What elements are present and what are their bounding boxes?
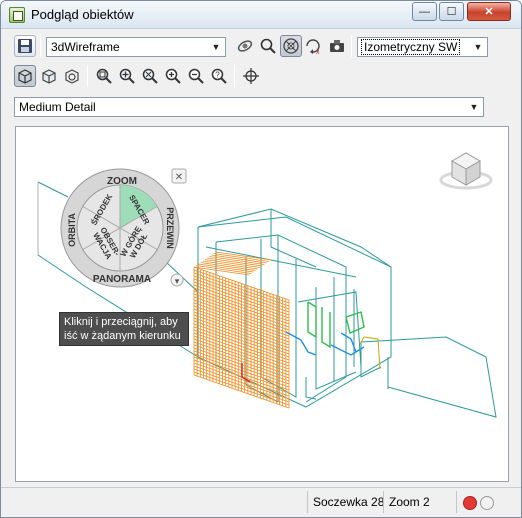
box-open-button[interactable] bbox=[38, 65, 60, 87]
lens-status: Soczewka 28 bbox=[313, 495, 385, 509]
steering-wheel-button[interactable] bbox=[280, 35, 302, 57]
zoom-minus-icon bbox=[188, 68, 204, 84]
view-value: Izometryczny SW bbox=[360, 39, 461, 55]
zoom-help-icon: ? bbox=[211, 68, 227, 84]
save-icon bbox=[18, 39, 32, 53]
wall-line bbox=[197, 208, 392, 268]
zoom-in-button[interactable] bbox=[116, 65, 138, 87]
save-button[interactable] bbox=[14, 35, 36, 57]
maximize-button[interactable]: ☐ bbox=[439, 2, 464, 21]
green-fixture bbox=[345, 311, 365, 334]
status-divider bbox=[383, 491, 384, 513]
chevron-down-icon: ▼ bbox=[469, 102, 479, 112]
red-status-indicator[interactable] bbox=[463, 496, 477, 510]
target-crosshair-icon bbox=[243, 68, 259, 84]
box-walk-icon bbox=[65, 69, 79, 84]
wheel-zoom-label[interactable]: ZOOM bbox=[107, 176, 137, 187]
viewcube[interactable] bbox=[439, 152, 493, 190]
status-bar: Soczewka 28 Zoom 2 bbox=[1, 487, 521, 517]
zoom-minus-button[interactable] bbox=[185, 65, 207, 87]
title-bar[interactable]: Podgląd obiektów — ☐ ✕ bbox=[1, 1, 521, 29]
target-button[interactable] bbox=[240, 65, 262, 87]
zoom-help-button[interactable]: ? bbox=[208, 65, 230, 87]
wheel-pan-label[interactable]: PANORAMA bbox=[93, 274, 151, 285]
orbit-button[interactable] bbox=[234, 35, 256, 57]
wheel-close-icon[interactable]: ✕ bbox=[175, 172, 183, 183]
detail-level-select[interactable]: Medium Detail ▼ bbox=[14, 97, 484, 117]
wall-line bbox=[305, 377, 317, 400]
box-view-icon bbox=[18, 69, 32, 84]
chevron-down-icon: ▼ bbox=[473, 42, 483, 52]
steering-wheel[interactable]: ✕ ▾ ZOOM PANORAMA ORBITA PRZEWIN ŚRODEK … bbox=[60, 168, 187, 288]
zoom-window-button[interactable] bbox=[139, 65, 161, 87]
toolbar-separator bbox=[87, 65, 88, 87]
status-divider bbox=[307, 491, 308, 513]
window-title: Podgląd obiektów bbox=[31, 7, 134, 22]
steering-wheel-icon bbox=[283, 38, 299, 54]
toolbar-separator bbox=[234, 65, 235, 87]
chevron-down-icon: ▼ bbox=[211, 42, 221, 52]
zoom-plus-icon bbox=[165, 68, 181, 84]
pan-button[interactable]: x bbox=[303, 35, 325, 57]
blue-pipe bbox=[330, 344, 365, 356]
wall-line bbox=[360, 336, 497, 418]
visual-style-select[interactable]: 3dWireframe ▼ bbox=[46, 37, 226, 57]
pan-icon: x bbox=[306, 39, 320, 55]
app-icon bbox=[9, 7, 25, 23]
svg-text:x: x bbox=[316, 49, 320, 55]
model-viewport[interactable]: ✕ ▾ ZOOM PANORAMA ORBITA PRZEWIN ŚRODEK … bbox=[15, 126, 509, 482]
green-fixture bbox=[321, 307, 331, 349]
minimize-button[interactable]: — bbox=[412, 2, 437, 21]
visual-style-value: 3dWireframe bbox=[51, 40, 120, 54]
detail-level-value: Medium Detail bbox=[19, 100, 96, 114]
wheel-tooltip: Kliknij i przeciągnij, aby iść w żądanym… bbox=[59, 312, 189, 346]
blue-pipe bbox=[285, 331, 317, 356]
wheel-rewind-label[interactable]: PRZEWIN bbox=[165, 207, 175, 249]
toolbar-separator bbox=[40, 35, 41, 57]
box-open-icon bbox=[42, 69, 56, 84]
svg-text:?: ? bbox=[215, 71, 220, 80]
camera-button[interactable] bbox=[326, 35, 348, 57]
wall-line bbox=[197, 216, 392, 408]
green-fixture bbox=[307, 301, 317, 339]
view-select[interactable]: Izometryczny SW ▼ bbox=[357, 37, 488, 57]
wireframe-drawing[interactable]: ✕ ▾ ZOOM PANORAMA ORBITA PRZEWIN ŚRODEK … bbox=[16, 127, 510, 483]
wheel-orbit-label[interactable]: ORBITA bbox=[67, 213, 77, 247]
zoom-magnifier-icon bbox=[260, 38, 276, 54]
zoom-status: Zoom 2 bbox=[389, 495, 430, 509]
wheel-menu-icon[interactable]: ▾ bbox=[175, 276, 180, 286]
toolbar-separator bbox=[351, 35, 352, 57]
zoom-realtime-icon bbox=[96, 68, 112, 84]
zoom-button[interactable] bbox=[257, 35, 279, 57]
zoom-plus-button[interactable] bbox=[162, 65, 184, 87]
close-button[interactable]: ✕ bbox=[467, 2, 511, 21]
box-walk-button[interactable] bbox=[61, 65, 83, 87]
grey-status-indicator[interactable] bbox=[480, 496, 494, 510]
zoom-realtime-button[interactable] bbox=[93, 65, 115, 87]
status-divider bbox=[456, 491, 457, 513]
wall-line bbox=[37, 181, 69, 198]
camera-icon bbox=[330, 40, 344, 52]
zoom-in-icon bbox=[119, 68, 135, 84]
orbit-icon bbox=[237, 40, 253, 52]
box-view-button[interactable] bbox=[14, 65, 36, 87]
object-preview-window: Podgląd obiektów — ☐ ✕ 3dWireframe ▼ x I… bbox=[0, 0, 522, 518]
zoom-window-icon bbox=[142, 68, 158, 84]
